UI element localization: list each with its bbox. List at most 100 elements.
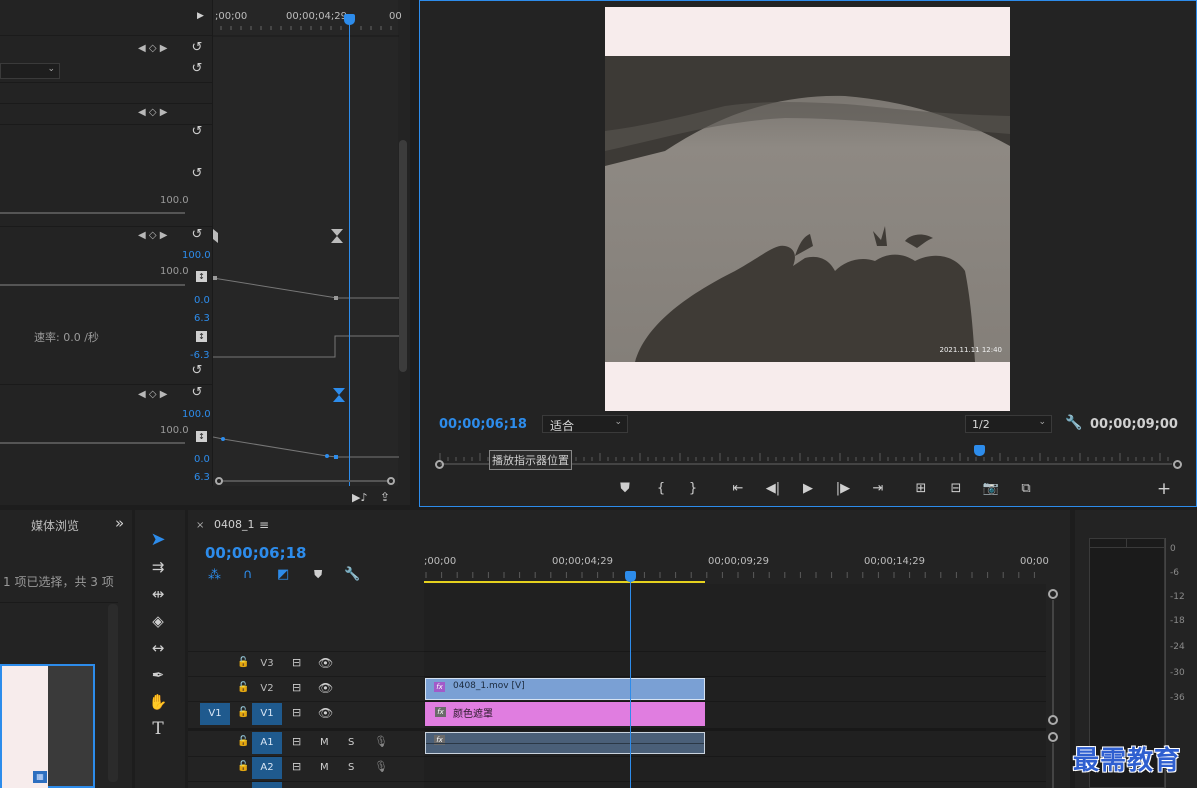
slider-track[interactable] [0,284,185,286]
sequence-tab[interactable]: 0408_1 [214,518,255,531]
go-to-out-icon[interactable]: ⇥ [868,481,888,497]
keyframe-nav-4[interactable]: ◀ ◇ ▶ [138,389,167,400]
current-timecode[interactable]: 00;00;06;18 [439,417,527,432]
hand-tool-icon[interactable]: ✋ [145,690,171,714]
razor-tool-icon[interactable]: ◈ [145,609,171,633]
mark-in-icon[interactable]: { [651,481,671,497]
fit-select[interactable]: 适合 ⌄ [542,415,628,433]
playhead-handle[interactable] [974,445,985,456]
step-back-icon[interactable]: ◀| [763,481,783,497]
comparison-view-icon[interactable]: ⧉ [1016,481,1036,497]
timeline-timecode[interactable]: 00;00;06;18 [205,544,307,562]
mute-button[interactable]: M [320,737,329,748]
sync-lock-icon[interactable]: ⊟ [292,706,301,719]
track-label-a3[interactable] [252,782,282,788]
timeline-ruler[interactable]: ;00;00 00;00;04;29 00;00;09;29 00;00;14;… [424,550,1049,584]
wrench-icon[interactable]: 🔧 [1065,415,1082,431]
go-to-in-icon[interactable]: ⇤ [728,481,748,497]
solo-button[interactable]: S [348,737,354,748]
lock-icon[interactable]: 🔓 [237,657,249,668]
extract-icon[interactable]: ⊟ [946,481,966,497]
source-patch-v1[interactable]: V1 [200,703,230,725]
reset-icon[interactable]: ↺ [190,364,204,378]
lift-icon[interactable]: ⊞ [911,481,931,497]
media-thumbnail[interactable]: ▦ [0,664,95,788]
microphone-icon[interactable]: 🎙 [374,735,388,748]
keyframe-nav-3[interactable]: ◀ ◇ ▶ [138,230,167,241]
eye-icon[interactable]: 👁 [318,681,333,695]
add-marker-icon[interactable]: ⛊ [314,568,322,582]
keyframe-nav-1[interactable]: ◀ ◇ ▶ [138,43,167,54]
zoom-handle-bottom[interactable] [1048,715,1058,725]
ruler-play-icon[interactable]: ▶ [197,11,204,21]
panel-menu-icon[interactable]: ≡ [259,518,269,532]
wrench-icon[interactable]: 🔧 [344,567,360,582]
mark-out-icon[interactable]: } [683,481,703,497]
playhead-line[interactable] [630,580,631,788]
eye-icon[interactable]: 👁 [318,656,333,670]
playhead-handle[interactable] [344,14,355,25]
slider-track[interactable] [0,442,185,444]
sync-lock-icon[interactable]: ⊟ [292,656,301,669]
sync-lock-icon[interactable]: ⊟ [292,735,301,748]
mute-button[interactable]: M [320,762,329,773]
export-frame-icon[interactable]: 📷 [981,481,1001,497]
audio-zoom-handle[interactable] [1048,732,1058,742]
scrub-end-handle[interactable] [1173,460,1182,469]
graph-toggle-icon[interactable]: ↕ [196,271,207,282]
reset-icon[interactable]: ↺ [190,228,204,242]
track-select-tool-icon[interactable]: ⇉ [145,555,171,579]
clip-color-matte-v1[interactable]: fx 颜色遮罩 [425,702,705,726]
track-label-v1[interactable]: V1 [252,703,282,725]
clip-video-v2[interactable]: fx 0408_1.mov [V] [425,678,705,700]
scrub-start-handle[interactable] [435,460,444,469]
reset-icon[interactable]: ↺ [190,125,204,139]
play-icon[interactable]: ▶ [798,481,818,497]
playhead-handle[interactable] [625,571,636,582]
resolution-select[interactable]: 1/2 ⌄ [965,415,1052,433]
graph-toggle-icon[interactable]: ↕ [196,331,207,342]
lock-icon[interactable]: 🔓 [237,682,249,693]
reset-icon[interactable]: ↺ [190,41,204,55]
reset-icon[interactable]: ↺ [190,62,204,76]
track-label-a1[interactable]: A1 [252,732,282,754]
track-label-a2[interactable]: A2 [252,757,282,779]
eye-icon[interactable]: 👁 [318,706,333,720]
lock-icon[interactable]: 🔓 [237,761,249,772]
zoom-handle-top[interactable] [1048,589,1058,599]
selection-tool-icon[interactable]: ➤ [145,528,171,552]
effect-dropdown[interactable]: ⌄ [0,63,60,79]
slip-tool-icon[interactable]: ↔ [145,636,171,660]
ripple-edit-tool-icon[interactable]: ⇹ [145,582,171,606]
tab-media-browser[interactable]: 媒体浏览 [31,517,79,534]
export-icon[interactable]: ⇪ [380,490,390,504]
slider-track[interactable] [0,212,185,214]
scrollbar[interactable] [399,140,407,372]
clip-audio-a1[interactable]: fx [425,732,705,754]
type-tool-icon[interactable]: T [145,717,171,741]
lock-icon[interactable]: 🔓 [237,736,249,747]
panel-overflow-icon[interactable]: » [115,514,124,532]
keyframe-timeline[interactable]: ▶ ;00;00 00;00;04;29 00 [197,0,402,486]
add-button-icon[interactable]: + [1154,481,1174,498]
zoom-bar[interactable] [215,477,395,485]
keyframe-nav-2[interactable]: ◀ ◇ ▶ [138,107,167,118]
add-marker-icon[interactable]: ⛊ [615,481,635,497]
nest-icon[interactable]: ◩ [277,567,289,582]
reset-icon[interactable]: ↺ [190,167,204,181]
track-content[interactable]: fx 0408_1.mov [V] fx 颜色遮罩 fx [424,580,1046,788]
play-audio-icon[interactable]: ▶♪ [352,491,367,504]
solo-button[interactable]: S [348,762,354,773]
pen-tool-icon[interactable]: ✒ [145,663,171,687]
close-tab-icon[interactable]: × [196,520,204,531]
step-forward-icon[interactable]: |▶ [833,481,853,497]
microphone-icon[interactable]: 🎙 [374,760,388,773]
linked-selection-icon[interactable]: ∩ [243,567,253,582]
sync-lock-icon[interactable]: ⊟ [292,760,301,773]
graph-toggle-icon[interactable]: ↕ [196,431,207,442]
scrollbar[interactable] [108,604,118,782]
sync-lock-icon[interactable]: ⊟ [292,681,301,694]
reset-icon[interactable]: ↺ [190,386,204,400]
snap-icon[interactable]: ⁂ [208,568,221,583]
lock-icon[interactable]: 🔓 [237,707,249,718]
